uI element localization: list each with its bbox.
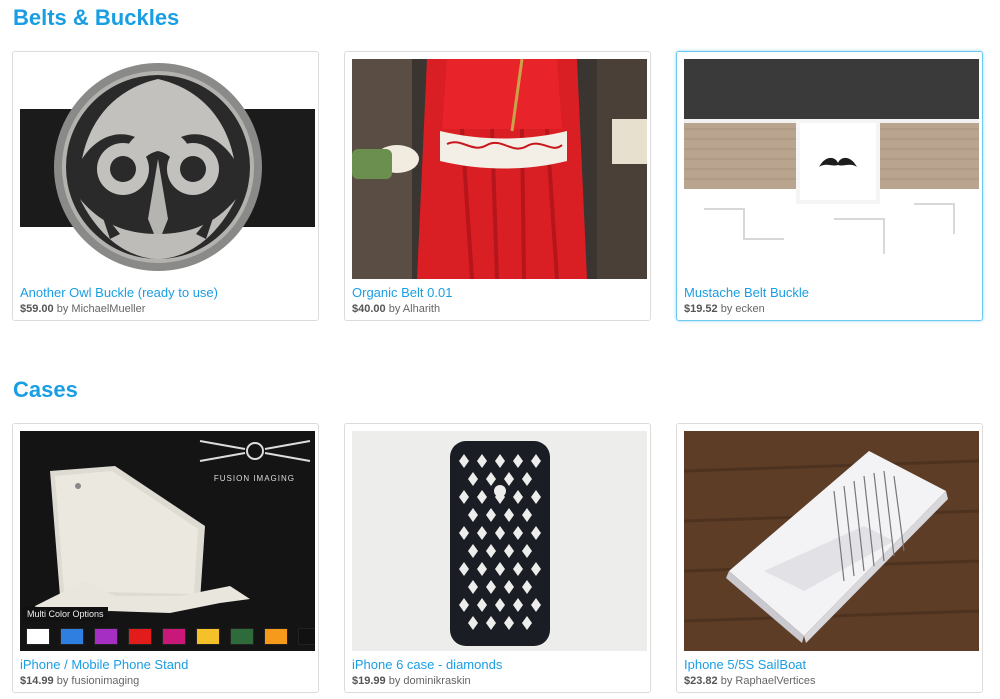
sailboat-case-illustration (684, 431, 979, 651)
color-swatches (26, 628, 315, 645)
section-title-cases[interactable]: Cases (13, 377, 78, 403)
by-label: by (56, 303, 69, 315)
by-label: by (720, 303, 733, 315)
product-meta: $19.52 by ecken (684, 303, 765, 315)
product-price: $19.99 (352, 675, 386, 687)
product-meta: $59.00 by MichaelMueller (20, 303, 145, 315)
product-gallery-page: Belts & Buckles Another Owl Buckle (read… (0, 0, 1000, 699)
product-card-diamond-case[interactable]: iPhone 6 case - diamonds $19.99 by domin… (344, 423, 651, 693)
color-swatch (298, 628, 315, 645)
product-meta: $23.82 by RaphaelVertices (684, 675, 816, 687)
product-card-owl-buckle[interactable]: Another Owl Buckle (ready to use) $59.00… (12, 51, 319, 321)
by-label: by (720, 675, 733, 687)
product-meta: $19.99 by dominikraskin (352, 675, 471, 687)
product-author[interactable]: MichaelMueller (71, 303, 145, 315)
by-label: by (388, 675, 401, 687)
product-author[interactable]: RaphaelVertices (735, 675, 815, 687)
mustache-buckle-illustration (684, 59, 979, 279)
product-card-sailboat-case[interactable]: Iphone 5/5S SailBoat $23.82 by RaphaelVe… (676, 423, 983, 693)
product-title[interactable]: iPhone 6 case - diamonds (352, 657, 502, 672)
organic-belt-illustration (352, 59, 647, 279)
product-author[interactable]: fusionimaging (71, 675, 139, 687)
product-price: $40.00 (352, 303, 386, 315)
color-swatch (94, 628, 118, 645)
product-image-mustache-buckle[interactable] (684, 59, 979, 279)
product-card-organic-belt[interactable]: Organic Belt 0.01 $40.00 by Alharith (344, 51, 651, 321)
product-title[interactable]: Another Owl Buckle (ready to use) (20, 285, 218, 300)
product-image-organic-belt[interactable] (352, 59, 647, 279)
owl-buckle-illustration (20, 59, 315, 279)
color-swatch (26, 628, 50, 645)
product-image-phone-stand[interactable]: FUSION IMAGING Multi Color Options (20, 431, 315, 651)
by-label: by (56, 675, 69, 687)
product-title[interactable]: Mustache Belt Buckle (684, 285, 809, 300)
brand-label: FUSION IMAGING (213, 474, 295, 483)
multi-color-label: Multi Color Options (23, 607, 108, 621)
product-meta: $40.00 by Alharith (352, 303, 440, 315)
product-title[interactable]: iPhone / Mobile Phone Stand (20, 657, 188, 672)
section-title-belts-buckles[interactable]: Belts & Buckles (13, 5, 179, 31)
product-card-mustache-buckle[interactable]: Mustache Belt Buckle $19.52 by ecken (676, 51, 983, 321)
product-price: $19.52 (684, 303, 718, 315)
product-image-sailboat-case[interactable] (684, 431, 979, 651)
product-price: $59.00 (20, 303, 54, 315)
product-card-phone-stand[interactable]: FUSION IMAGING Multi Color Options iPhon… (12, 423, 319, 693)
by-label: by (388, 303, 401, 315)
product-meta: $14.99 by fusionimaging (20, 675, 139, 687)
diamond-case-illustration (352, 431, 647, 651)
color-swatch (60, 628, 84, 645)
product-image-diamond-case[interactable] (352, 431, 647, 651)
product-author[interactable]: dominikraskin (403, 675, 470, 687)
product-price: $14.99 (20, 675, 54, 687)
color-swatch (128, 628, 152, 645)
color-swatch (196, 628, 220, 645)
product-price: $23.82 (684, 675, 718, 687)
product-image-owl-buckle[interactable] (20, 59, 315, 279)
belts-buckles-grid: Another Owl Buckle (ready to use) $59.00… (12, 51, 983, 321)
color-swatch (264, 628, 288, 645)
product-title[interactable]: Iphone 5/5S SailBoat (684, 657, 806, 672)
product-title[interactable]: Organic Belt 0.01 (352, 285, 452, 300)
product-author[interactable]: ecken (735, 303, 764, 315)
color-swatch (162, 628, 186, 645)
product-author[interactable]: Alharith (403, 303, 440, 315)
color-swatch (230, 628, 254, 645)
cases-grid: FUSION IMAGING Multi Color Options iPhon… (12, 423, 983, 693)
